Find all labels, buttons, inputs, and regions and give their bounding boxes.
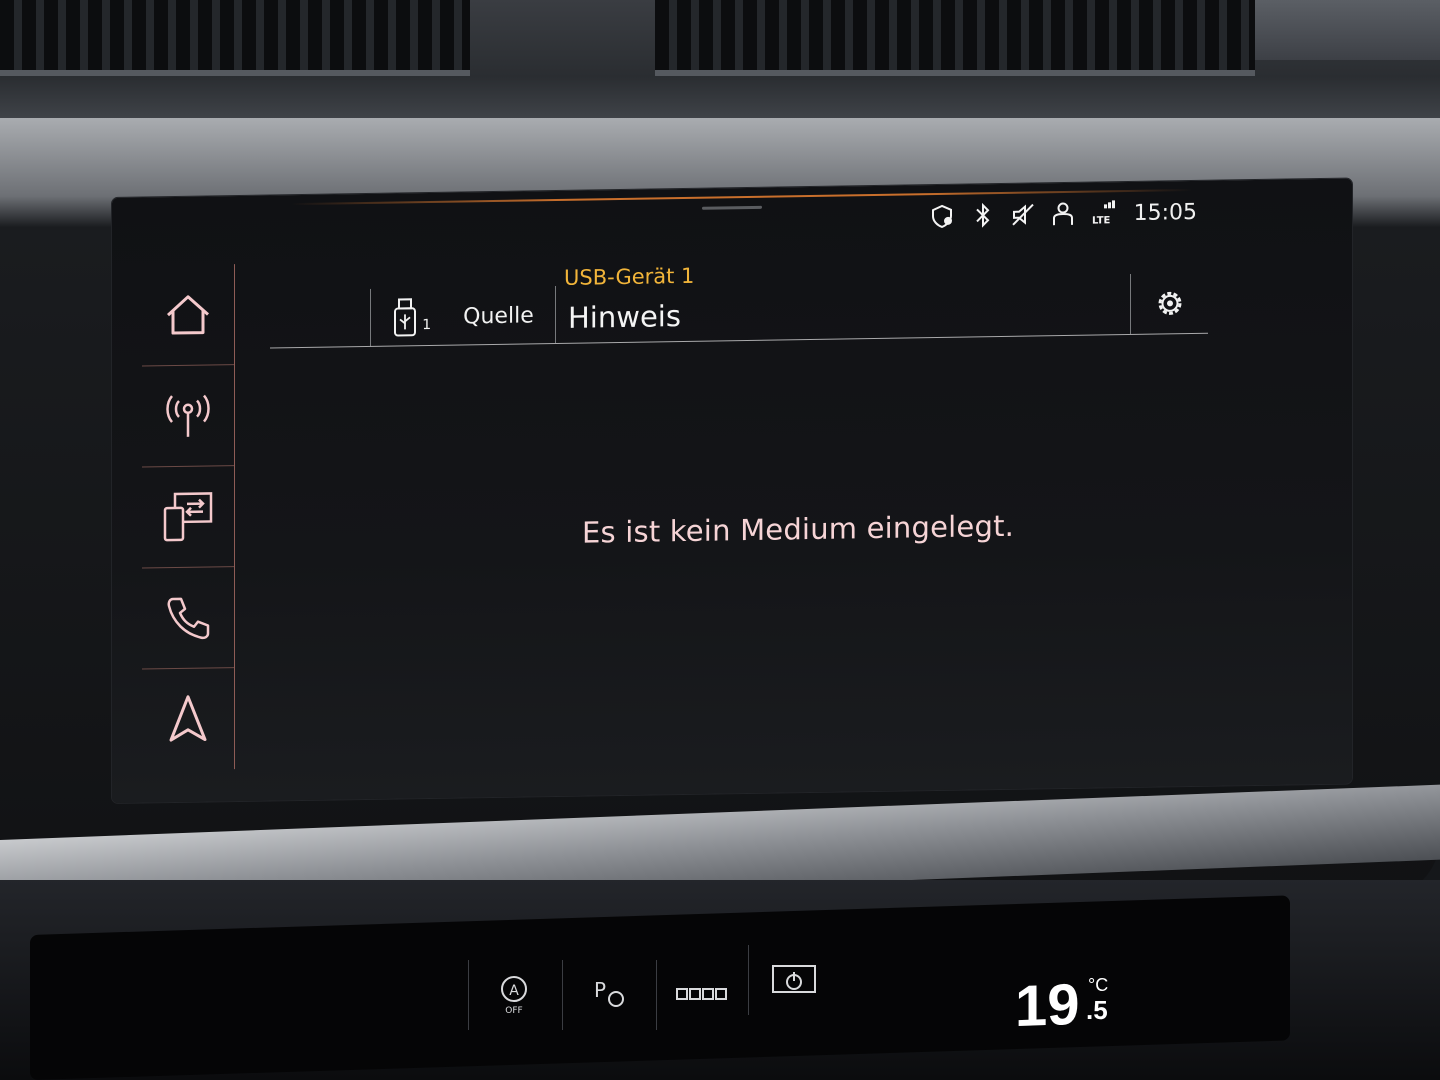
sidebar-item-radio[interactable] [142, 365, 234, 468]
svg-text:P: P [594, 978, 606, 1002]
source-button[interactable]: 1 Quelle [370, 286, 556, 347]
clock: 15:05 [1133, 199, 1197, 226]
user-profile-icon [1050, 201, 1076, 227]
media-icon [163, 492, 213, 542]
parking-icon: P [594, 978, 624, 1007]
climate-temperature[interactable]: 19 [1015, 971, 1080, 1040]
home-icon [166, 295, 210, 335]
park-assist-button[interactable]: P [562, 960, 653, 1030]
navigation-icon [169, 695, 207, 742]
auto-hold-icon: A OFF [501, 976, 527, 1016]
sidebar-item-home[interactable] [142, 264, 234, 367]
phone-icon [167, 597, 210, 640]
mmi-display: LTE 15:05 1 Quelle USB-Gerät 1 Hinweis E… [112, 178, 1352, 804]
climate-temperature-fraction: .5 [1086, 995, 1108, 1025]
hazard-zones-button[interactable] [656, 960, 747, 1030]
auto-hold-off-button[interactable]: A OFF [468, 960, 559, 1030]
sidebar-item-phone[interactable] [142, 567, 234, 670]
climate-unit: °C [1088, 975, 1109, 995]
air-vent-right [655, 0, 1255, 76]
screen-power-icon [772, 965, 816, 993]
usb-stick-icon [394, 298, 417, 337]
bluetooth-icon [970, 202, 996, 228]
sidebar-item-media[interactable] [142, 466, 234, 569]
no-media-message: Es ist kein Medium eingelegt. [582, 508, 1015, 550]
source-label: Quelle [463, 302, 534, 329]
gear-icon [1158, 291, 1182, 315]
sidebar-item-navigation[interactable] [142, 668, 234, 769]
main-menu-sidebar [142, 264, 235, 771]
svg-text:OFF: OFF [505, 1006, 522, 1016]
pull-down-handle[interactable] [702, 205, 762, 210]
source-index: 1 [422, 316, 432, 334]
svg-text:LTE: LTE [1092, 215, 1111, 226]
location-shield-icon [930, 203, 956, 229]
settings-button[interactable] [1130, 272, 1209, 335]
sensor-array-icon [676, 988, 727, 1000]
air-vent-left [0, 0, 470, 76]
radio-icon [166, 394, 210, 437]
vent-trim [1255, 0, 1440, 60]
page-title: Hinweis [568, 299, 681, 335]
device-label: USB-Gerät 1 [564, 263, 695, 290]
display-power-button[interactable] [748, 945, 839, 1015]
lte-signal-icon: LTE [1090, 200, 1116, 227]
mute-icon [1010, 201, 1036, 227]
status-bar[interactable]: LTE 15:05 [930, 197, 1197, 231]
svg-text:A: A [509, 983, 519, 999]
